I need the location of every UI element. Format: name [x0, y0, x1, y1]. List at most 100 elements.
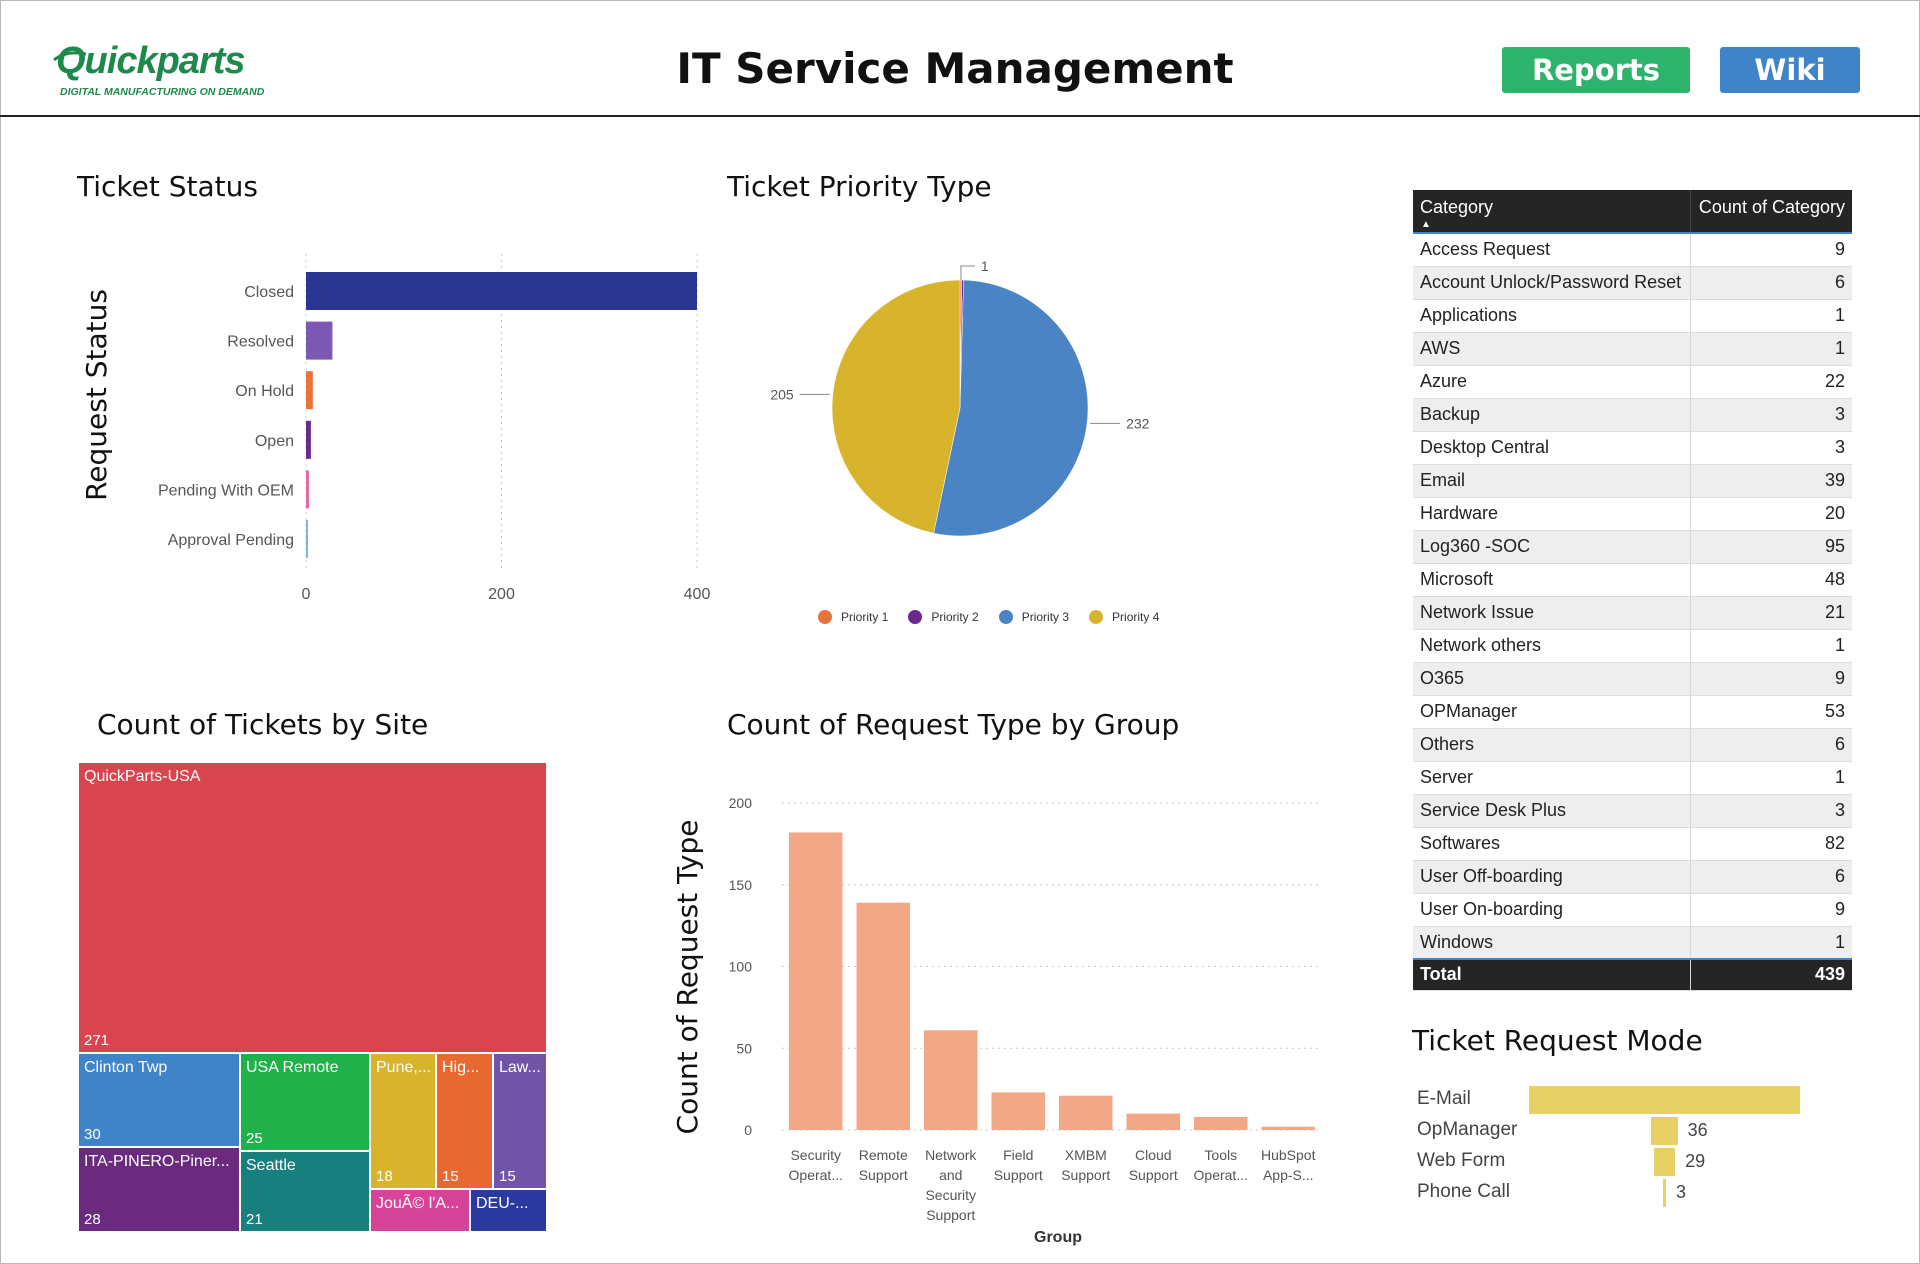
table-row[interactable]: Applications 1	[1413, 299, 1852, 333]
table-row[interactable]: Access Request 9	[1413, 233, 1852, 267]
count-cell: 1	[1689, 926, 1852, 960]
group-bar-3[interactable]	[991, 1092, 1046, 1130]
status-x-tick: 400	[684, 586, 711, 603]
request-mode-bar-0[interactable]	[1529, 1086, 1800, 1114]
table-row[interactable]: User On-boarding 9	[1413, 893, 1852, 927]
table-row[interactable]: Microsoft 48	[1413, 563, 1852, 597]
count-cell: 22	[1689, 365, 1852, 399]
count-column-header[interactable]: Count of Category	[1689, 190, 1852, 234]
treemap-cell-2[interactable]: USA Remote 25	[240, 1053, 370, 1151]
pie-data-label: 1	[981, 258, 989, 274]
group-bar-6[interactable]	[1194, 1116, 1248, 1130]
group-y-tick: 0	[744, 1122, 752, 1138]
table-row[interactable]: O365 9	[1413, 662, 1852, 696]
group-category-line: Support	[926, 1207, 975, 1223]
status-category-label: Closed	[244, 284, 294, 301]
legend-item-1[interactable]: Priority 2	[908, 610, 979, 624]
status-bar-0[interactable]	[306, 272, 697, 310]
reports-button[interactable]: Reports	[1502, 47, 1690, 93]
count-cell: 39	[1689, 464, 1852, 498]
category-column-header[interactable]: Category ▲	[1413, 190, 1691, 234]
table-row[interactable]: Network Issue 21	[1413, 596, 1852, 630]
treemap-label: USA Remote	[246, 1059, 339, 1076]
category-cell: Email	[1413, 464, 1691, 498]
category-cell: Applications	[1413, 299, 1691, 333]
wiki-button[interactable]: Wiki	[1720, 47, 1860, 93]
request-mode-row[interactable]: E-Mail	[1417, 1086, 1897, 1114]
treemap-cell-6[interactable]: ITA-PINERO-Piner... 28	[78, 1147, 240, 1232]
legend-item-2[interactable]: Priority 3	[998, 610, 1069, 624]
group-y-tick: 50	[736, 1040, 752, 1056]
request-group-chart: 0 50 100 150 200 Security Operat... Remote Suppo…	[671, 795, 1322, 1246]
category-cell: Server	[1413, 761, 1691, 795]
table-row[interactable]: Email 39	[1413, 464, 1852, 498]
group-bar-1[interactable]	[856, 902, 911, 1130]
table-row[interactable]: Backup 3	[1413, 398, 1852, 432]
status-bar-2[interactable]	[306, 371, 313, 410]
legend-label: Priority 1	[841, 610, 889, 624]
request-mode-bar-3[interactable]	[1663, 1179, 1666, 1207]
request-mode-label: E-Mail	[1417, 1088, 1471, 1109]
count-cell: 9	[1689, 893, 1852, 927]
status-bar-1[interactable]	[306, 321, 333, 360]
table-row[interactable]: Windows 1	[1413, 926, 1852, 960]
request-mode-row[interactable]: Phone Call 3	[1417, 1179, 1897, 1207]
request-mode-bar-2[interactable]	[1653, 1148, 1676, 1176]
status-x-tick: 0	[302, 586, 311, 603]
request-mode-bar-1[interactable]	[1651, 1117, 1678, 1145]
priority-pie-chart: 1 232 205	[770, 258, 1150, 537]
treemap-cell-9[interactable]: DEU-...	[470, 1189, 547, 1232]
group-bar-4[interactable]	[1059, 1095, 1113, 1130]
group-category-line: Field	[1003, 1147, 1033, 1163]
treemap-cell-0[interactable]: QuickParts-USA 271	[78, 762, 547, 1053]
treemap-label: Pune,...	[376, 1059, 432, 1076]
table-row[interactable]: Desktop Central 3	[1413, 431, 1852, 465]
site-title: Count of Tickets by Site	[97, 708, 429, 741]
table-row[interactable]: Softwares 82	[1413, 827, 1852, 861]
request-mode-row[interactable]: Web Form 29	[1417, 1148, 1897, 1176]
table-row[interactable]: Server 1	[1413, 761, 1852, 795]
group-category-line: Security	[925, 1187, 976, 1203]
pie-data-label: 232	[1126, 415, 1150, 431]
category-cell: O365	[1413, 662, 1691, 696]
status-bar-5[interactable]	[306, 520, 308, 558]
group-bar-5[interactable]	[1126, 1113, 1181, 1130]
treemap-cell-1[interactable]: Clinton Twp 30	[78, 1053, 240, 1147]
table-row[interactable]: Log360 -SOC 95	[1413, 530, 1852, 564]
ticket-status-chart: 0 200 400 Closed Resolved On Hold Open Pending …	[80, 254, 711, 603]
treemap-cell-5[interactable]: Law... 15	[493, 1053, 547, 1189]
table-row[interactable]: OPManager 53	[1413, 695, 1852, 729]
treemap-cell-3[interactable]: Pune,... 18	[370, 1053, 436, 1189]
table-row[interactable]: AWS 1	[1413, 332, 1852, 366]
request-mode-row[interactable]: OpManager 36	[1417, 1117, 1897, 1145]
legend-item-3[interactable]: Priority 4	[1089, 610, 1159, 624]
treemap-cell-7[interactable]: Seattle 21	[240, 1151, 370, 1232]
legend-item-0[interactable]: Priority 1	[818, 610, 888, 624]
treemap-value: 15	[499, 1168, 516, 1185]
table-row[interactable]: User Off-boarding 6	[1413, 860, 1852, 894]
group-category-label: Network and Security Support	[925, 1147, 977, 1223]
treemap-label: Clinton Twp	[84, 1059, 168, 1076]
priority-legend: Priority 1 Priority 2 Priority 3 Priority 4	[818, 606, 1159, 628]
treemap-cell-8[interactable]: JouÃ© l'A...	[370, 1189, 470, 1232]
group-bar-7[interactable]	[1261, 1126, 1316, 1130]
table-row[interactable]: Hardware 20	[1413, 497, 1852, 531]
count-cell: 6	[1689, 860, 1852, 894]
table-row[interactable]: Account Unlock/Password Reset 6	[1413, 266, 1852, 300]
category-cell: Backup	[1413, 398, 1691, 432]
group-bar-0[interactable]	[789, 832, 843, 1130]
status-bar-3[interactable]	[306, 420, 311, 459]
legend-swatch	[818, 610, 832, 624]
count-cell: 3	[1689, 794, 1852, 828]
group-category-label: Field Support	[994, 1147, 1043, 1183]
table-row[interactable]: Others 6	[1413, 728, 1852, 762]
status-bar-4[interactable]	[306, 470, 309, 509]
table-row[interactable]: Service Desk Plus 3	[1413, 794, 1852, 828]
category-cell: Azure	[1413, 365, 1691, 399]
table-row[interactable]: Network others 1	[1413, 629, 1852, 663]
group-category-line: App-S...	[1263, 1167, 1314, 1183]
table-row[interactable]: Azure 22	[1413, 365, 1852, 399]
group-bar-2[interactable]	[924, 1030, 978, 1130]
treemap-cell-4[interactable]: Hig... 15	[436, 1053, 493, 1189]
pie-slice-3[interactable]	[831, 279, 961, 534]
